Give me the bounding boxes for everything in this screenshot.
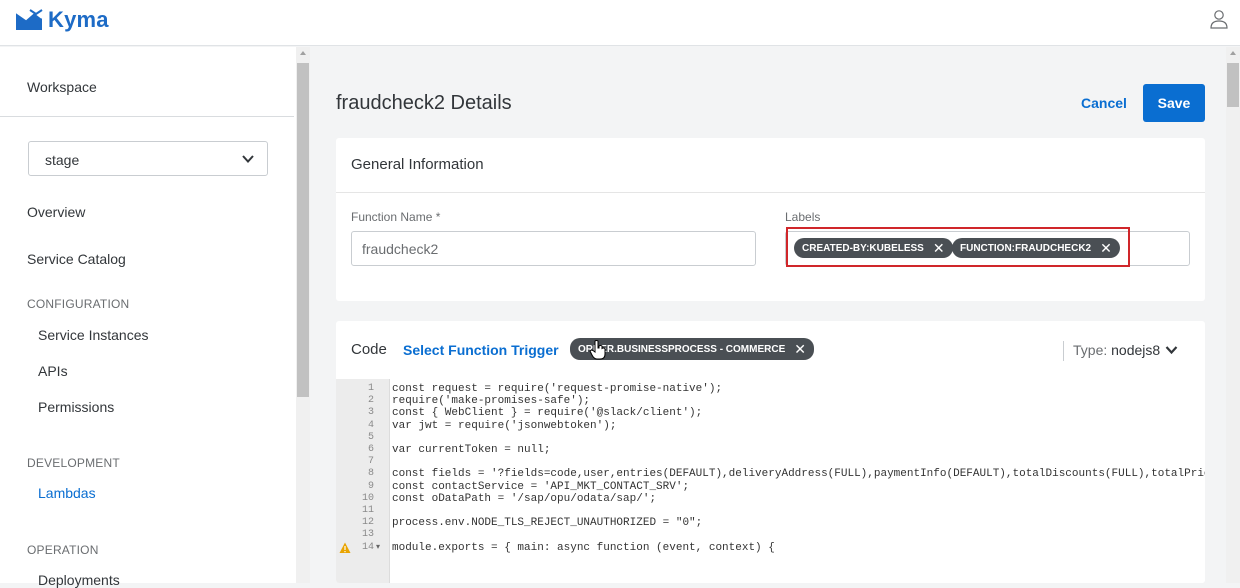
type-value: nodejs8 xyxy=(1111,342,1161,358)
namespace-select[interactable]: stage xyxy=(28,141,268,176)
page-scrollbar-thumb[interactable] xyxy=(1227,63,1239,107)
fold-arrow-icon[interactable]: ▾ xyxy=(376,542,380,554)
code-line[interactable]: 1 const request = require('request-promis… xyxy=(336,383,1205,395)
hand-cursor-icon xyxy=(589,340,606,360)
close-icon[interactable]: ✕ xyxy=(933,241,945,255)
sidebar-section-configuration: CONFIGURATION xyxy=(27,297,130,311)
code-editor[interactable]: 1 const request = require('request-promis… xyxy=(336,379,1205,583)
code-text: require('make-promises-safe'); xyxy=(392,395,591,408)
code-panel: Code Select Function Trigger ORDER.BUSIN… xyxy=(336,321,1205,583)
runtime-type-select[interactable]: Type: nodejs8 xyxy=(1073,342,1160,358)
sidebar-section-operation: OPERATION xyxy=(27,543,99,557)
panel-divider xyxy=(336,192,1205,193)
line-number: 2 xyxy=(367,395,374,407)
top-bar: Kyma xyxy=(0,0,1240,46)
sidebar-scrollbar-thumb[interactable] xyxy=(297,63,309,397)
chevron-down-icon[interactable] xyxy=(1165,345,1178,355)
line-number: 10 xyxy=(361,492,374,504)
code-text: const oDataPath = '/sap/opu/odata/sap/'; xyxy=(392,492,657,505)
label-chip: CREATED-BY:KUBELESS ✕ xyxy=(794,238,953,258)
label-chip-text: CREATED-BY:KUBELESS xyxy=(802,242,924,254)
sidebar: Workspace stage Overview Service Catalog… xyxy=(0,47,296,588)
line-number: 13 xyxy=(361,529,374,541)
code-line[interactable]: 11 xyxy=(336,505,1205,517)
namespace-select-value: stage xyxy=(45,152,80,168)
code-line[interactable]: 9 const contactService = 'API_MKT_CONTACT… xyxy=(336,481,1205,493)
code-text: const fields = '?fields=code,user,entrie… xyxy=(392,468,1205,481)
code-line[interactable]: 13 xyxy=(336,529,1205,541)
code-line[interactable]: 7 xyxy=(336,456,1205,468)
code-text: process.env.NODE_TLS_REJECT_UNAUTHORIZED… xyxy=(392,517,703,530)
close-icon[interactable]: ✕ xyxy=(1100,241,1112,255)
code-line[interactable]: 12 process.env.NODE_TLS_REJECT_UNAUTHORIZ… xyxy=(336,517,1205,529)
function-name-field[interactable]: fraudcheck2 xyxy=(351,231,756,266)
line-number: 3 xyxy=(367,407,374,419)
sidebar-section-development: DEVELOPMENT xyxy=(27,456,120,470)
sidebar-item-permissions[interactable]: Permissions xyxy=(38,399,114,415)
select-function-trigger-link[interactable]: Select Function Trigger xyxy=(403,342,559,358)
app-name: Kyma xyxy=(48,7,109,32)
kyma-logo-icon xyxy=(15,9,43,30)
user-icon[interactable] xyxy=(1208,8,1230,30)
sidebar-item-workspace[interactable]: Workspace xyxy=(27,79,97,95)
type-separator xyxy=(1063,341,1064,361)
scroll-up-arrow-icon[interactable] xyxy=(300,51,306,55)
warning-icon xyxy=(339,542,351,553)
code-line[interactable]: 8 const fields = '?fields=code,user,entri… xyxy=(336,468,1205,480)
save-button[interactable]: Save xyxy=(1143,84,1205,122)
scroll-up-arrow-icon[interactable] xyxy=(1230,51,1236,55)
page-title: fraudcheck2 Details xyxy=(336,92,512,114)
function-name-label: Function Name * xyxy=(351,210,441,224)
code-text: const { WebClient } = require('@slack/cl… xyxy=(392,407,703,420)
line-number: 8 xyxy=(367,468,374,480)
sidebar-item-overview[interactable]: Overview xyxy=(27,204,85,220)
sidebar-item-deployments[interactable]: Deployments xyxy=(38,572,120,588)
code-text: var currentToken = null; xyxy=(392,444,551,456)
line-number: 5 xyxy=(367,431,374,443)
code-line[interactable]: 14 module.exports = { main: async functio… xyxy=(336,542,1205,554)
code-line[interactable]: 4 var jwt = require('jsonwebtoken'); xyxy=(336,420,1205,432)
code-line[interactable]: 5 xyxy=(336,432,1205,444)
sidebar-scrollbar[interactable] xyxy=(296,47,310,583)
kyma-logo[interactable]: Kyma xyxy=(14,7,109,33)
line-number: 1 xyxy=(367,383,374,394)
label-chip-text: FUNCTION:FRAUDCHECK2 xyxy=(960,242,1092,254)
trigger-chip-text: ORDER.BUSINESSPROCESS - COMMERCE xyxy=(578,343,786,355)
page-scrollbar[interactable] xyxy=(1226,47,1240,583)
label-chip: FUNCTION:FRAUDCHECK2 ✕ xyxy=(952,238,1120,258)
code-text: const contactService = 'API_MKT_CONTACT_… xyxy=(392,480,690,493)
line-number: 6 xyxy=(367,444,374,455)
code-text: var jwt = require('jsonwebtoken'); xyxy=(392,419,617,432)
type-label: Type: xyxy=(1073,342,1108,358)
code-text: const request = require('request-promise… xyxy=(392,383,723,395)
code-title: Code xyxy=(351,341,387,358)
sidebar-item-apis[interactable]: APIs xyxy=(38,363,68,379)
sidebar-item-service-catalog[interactable]: Service Catalog xyxy=(27,251,126,267)
chevron-down-icon xyxy=(242,155,254,163)
line-number: 4 xyxy=(367,419,374,431)
code-line[interactable]: 6 var currentToken = null; xyxy=(336,444,1205,456)
close-icon[interactable]: ✕ xyxy=(794,342,806,356)
code-line[interactable]: 2 require('make-promises-safe'); xyxy=(336,395,1205,407)
general-information-title: General Information xyxy=(351,156,484,173)
line-number: 11 xyxy=(361,505,374,516)
cancel-button[interactable]: Cancel xyxy=(1070,86,1138,120)
line-number: 7 xyxy=(367,456,374,468)
line-number: 9 xyxy=(367,480,374,492)
line-number: 12 xyxy=(361,517,374,529)
sidebar-item-service-instances[interactable]: Service Instances xyxy=(38,327,149,343)
sidebar-item-lambdas[interactable]: Lambdas xyxy=(38,485,96,501)
general-information-panel: General Information Function Name * frau… xyxy=(336,138,1205,301)
code-text: module.exports = { main: async function … xyxy=(392,541,775,554)
code-line[interactable]: 10 const oDataPath = '/sap/opu/odata/sap/… xyxy=(336,493,1205,505)
sidebar-divider xyxy=(0,116,294,117)
labels-label: Labels xyxy=(785,210,821,224)
code-line[interactable]: 3 const { WebClient } = require('@slack/c… xyxy=(336,407,1205,419)
